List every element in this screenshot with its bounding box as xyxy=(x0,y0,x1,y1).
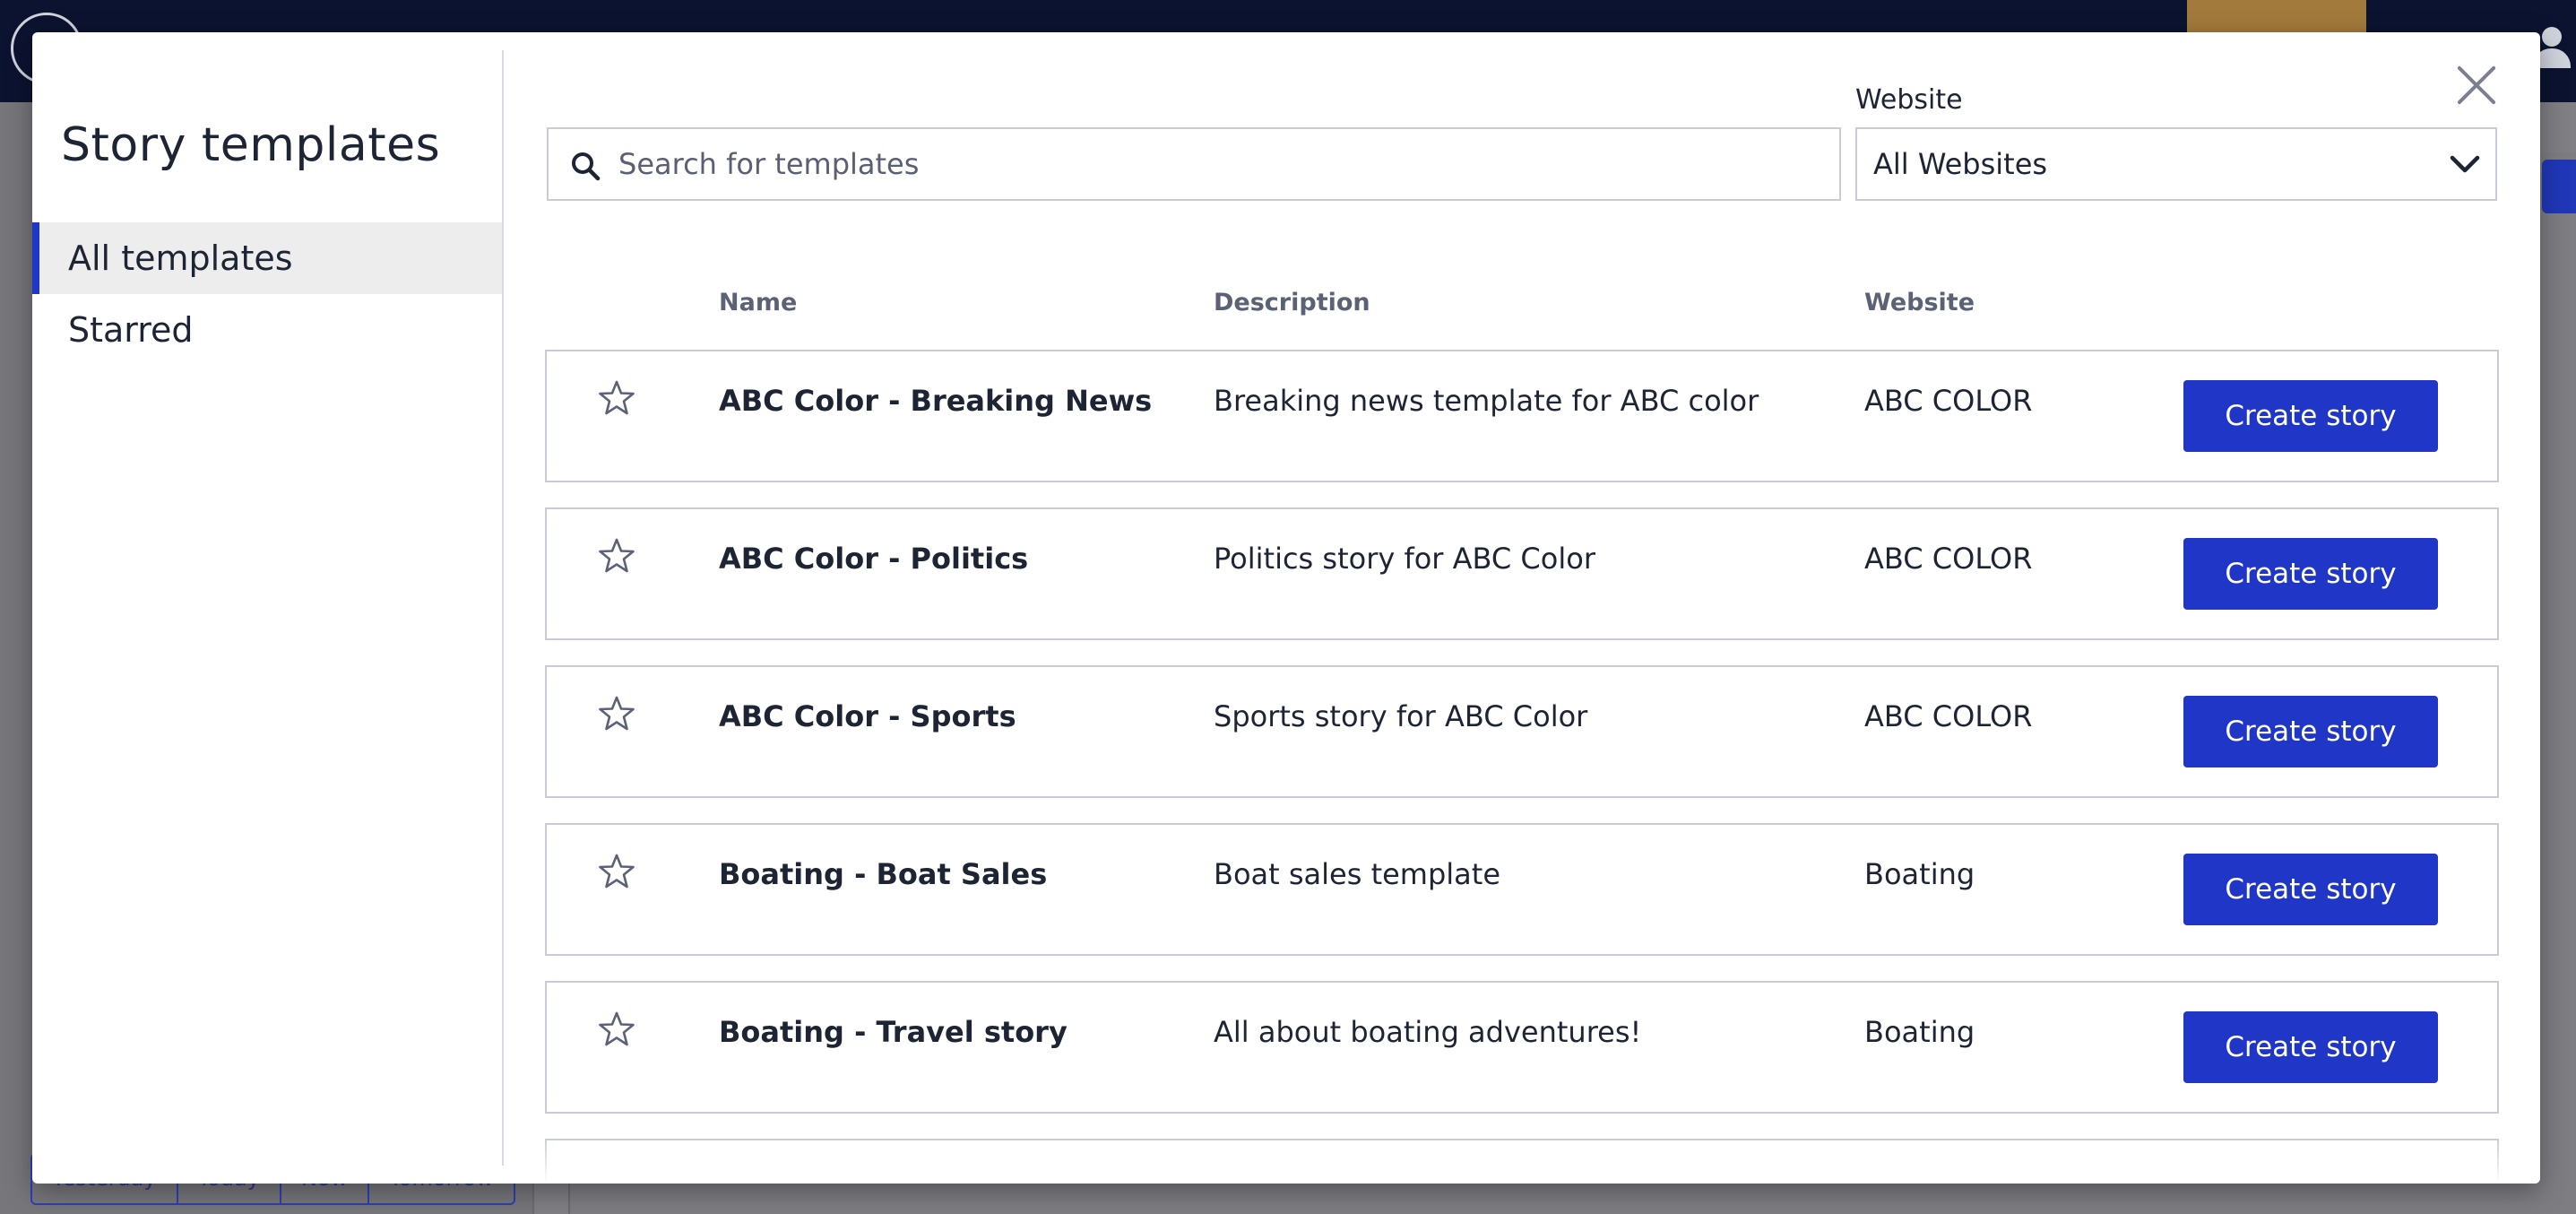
template-row: ABC Color - Politics Politics story for … xyxy=(545,507,2499,640)
column-header-name: Name xyxy=(719,289,798,317)
create-story-button[interactable]: Create story xyxy=(2183,380,2438,452)
modal-title: Story templates xyxy=(61,118,441,172)
template-name: Boating - Boat Sales xyxy=(719,857,1048,891)
app-topbar-accent xyxy=(2187,0,2366,36)
template-description: All about boating adventures! xyxy=(1214,1015,1642,1049)
template-description: Breaking news template for ABC color xyxy=(1214,384,1759,418)
template-name: Boating - Travel story xyxy=(719,1015,1068,1049)
app-action-button xyxy=(2542,160,2576,213)
template-description: Boat sales template xyxy=(1214,857,1501,891)
modal-sidebar: Story templates All templates Starred xyxy=(32,50,504,1166)
story-templates-modal: Story templates All templates Starred We… xyxy=(32,32,2540,1184)
create-story-button[interactable]: Create story xyxy=(2183,854,2438,925)
star-outline-icon[interactable] xyxy=(597,536,636,576)
template-row: ABC Color - Sports Sports story for ABC … xyxy=(545,665,2499,798)
template-row: Boating - Travel story All about boating… xyxy=(545,981,2499,1114)
website-filter-label: Website xyxy=(1855,84,1963,116)
star-outline-icon[interactable] xyxy=(597,1010,636,1049)
template-row: ABC Color - Breaking News Breaking news … xyxy=(545,350,2499,482)
template-description: Sports story for ABC Color xyxy=(1214,699,1588,733)
star-outline-icon[interactable] xyxy=(597,378,636,418)
template-website: Boating xyxy=(1864,1015,1975,1049)
template-website: ABC COLOR xyxy=(1864,542,2033,576)
star-outline-icon[interactable] xyxy=(597,852,636,891)
template-name: ABC Color - Breaking News xyxy=(719,384,1153,418)
template-description: Politics story for ABC Color xyxy=(1214,542,1595,576)
create-story-button[interactable]: Create story xyxy=(2183,696,2438,767)
website-filter-value: All Websites xyxy=(1873,147,2048,181)
column-header-website: Website xyxy=(1864,289,1975,317)
template-name: ABC Color - Politics xyxy=(719,542,1029,576)
template-website: ABC COLOR xyxy=(1864,384,2033,418)
nav-item-all-templates[interactable]: All templates xyxy=(32,222,502,294)
star-outline-icon[interactable] xyxy=(597,694,636,733)
create-story-button[interactable]: Create story xyxy=(2183,1011,2438,1083)
website-filter-select[interactable]: All Websites xyxy=(1855,127,2497,201)
template-row: Boating - Boat Sales Boat sales template… xyxy=(545,823,2499,956)
close-icon[interactable] xyxy=(2454,63,2499,108)
search-input[interactable] xyxy=(618,129,1828,199)
template-website: Boating xyxy=(1864,857,1975,891)
column-header-description: Description xyxy=(1214,289,1370,317)
chevron-down-icon xyxy=(2450,155,2480,173)
template-website: ABC COLOR xyxy=(1864,699,2033,733)
template-name: ABC Color - Sports xyxy=(719,699,1016,733)
search-icon xyxy=(572,152,601,181)
search-box[interactable] xyxy=(547,127,1841,201)
create-story-button[interactable]: Create story xyxy=(2183,538,2438,610)
scroll-fade xyxy=(504,1139,2540,1184)
nav-item-starred[interactable]: Starred xyxy=(32,294,502,366)
